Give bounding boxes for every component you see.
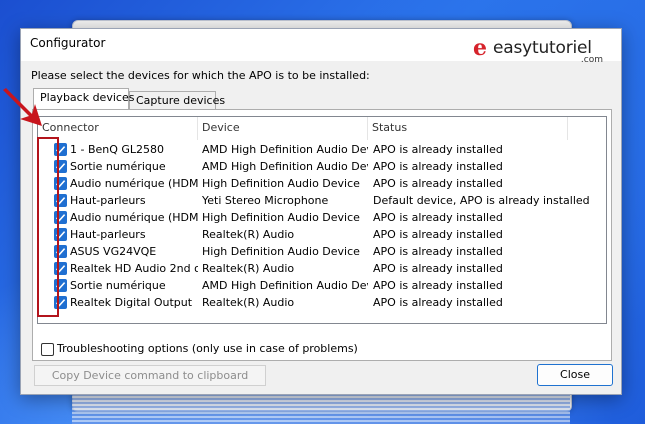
cell-connector: Sortie numérique (70, 279, 166, 292)
cell-device: High Definition Audio Device (202, 211, 360, 224)
cell-status: APO is already installed (373, 228, 503, 241)
cell-device: High Definition Audio Device (202, 177, 360, 190)
cell-status: APO is already installed (373, 245, 503, 258)
cell-status: APO is already installed (373, 143, 503, 156)
cell-connector: ASUS VG24VQE (70, 245, 157, 258)
checkmark-icon (55, 282, 66, 290)
checkmark-icon (55, 231, 66, 239)
troubleshooting-label: Troubleshooting options (only use in cas… (57, 342, 358, 355)
table-row[interactable]: ASUS VG24VQE High Definition Audio Device… (38, 243, 606, 260)
cell-device: High Definition Audio Device (202, 245, 360, 258)
titlebar[interactable]: Configurator e easytutoriel .com (21, 29, 621, 65)
row-checkbox[interactable] (54, 143, 67, 156)
copy-device-command-button[interactable]: Copy Device command to clipboard (34, 365, 266, 386)
table-row[interactable]: Realtek HD Audio 2nd output Realtek(R) Au… (38, 260, 606, 277)
cell-connector: 1 - BenQ GL2580 (70, 143, 165, 156)
cell-connector: Realtek HD Audio 2nd output (70, 262, 198, 275)
cell-connector: Sortie numérique (70, 160, 166, 173)
instructions-text: Please select the devices for which the … (31, 69, 370, 82)
device-list[interactable]: Connector Device Status 1 - BenQ GL2580 A… (37, 116, 607, 324)
table-row[interactable]: Sortie numérique AMD High Definition Audi… (38, 277, 606, 294)
table-row[interactable]: Audio numérique (HDMI) High Definition Au… (38, 209, 606, 226)
checkmark-icon (55, 214, 66, 222)
cell-status: APO is already installed (373, 262, 503, 275)
row-checkbox[interactable] (54, 194, 67, 207)
cell-connector: Audio numérique (HDMI) (70, 211, 198, 224)
cell-connector: Audio numérique (HDMI) (70, 177, 198, 190)
window-title: Configurator (30, 36, 106, 50)
row-checkbox[interactable] (54, 228, 67, 241)
list-header: Connector Device Status (38, 117, 606, 141)
cell-device: Realtek(R) Audio (202, 296, 295, 309)
background-taskbar-stripes (72, 392, 570, 424)
row-checkbox[interactable] (54, 262, 67, 275)
table-row[interactable]: Realtek Digital Output Realtek(R) Audio AP… (38, 294, 606, 311)
configurator-dialog: Configurator e easytutoriel .com Please … (20, 28, 622, 395)
cell-status: Default device, APO is already installed (373, 194, 590, 207)
cell-device: AMD High Definition Audio Device (202, 143, 368, 156)
cell-device: Yeti Stereo Microphone (202, 194, 329, 207)
row-checkbox[interactable] (54, 245, 67, 258)
red-arrow-icon (3, 88, 42, 126)
checkmark-icon (55, 163, 66, 171)
checkmark-icon (55, 180, 66, 188)
close-button[interactable]: Close (537, 364, 613, 386)
column-header-device[interactable]: Device (198, 117, 368, 140)
cell-connector: Haut-parleurs (70, 228, 146, 241)
checkmark-icon (55, 265, 66, 273)
cell-device: Realtek(R) Audio (202, 262, 295, 275)
tab-panel: Connector Device Status 1 - BenQ GL2580 A… (32, 109, 612, 361)
cell-connector: Haut-parleurs (70, 194, 146, 207)
logo-suffix: .com (580, 55, 603, 65)
cell-status: APO is already installed (373, 160, 503, 173)
checkmark-icon (55, 248, 66, 256)
cell-status: APO is already installed (373, 211, 503, 224)
column-header-connector[interactable]: Connector (38, 117, 198, 140)
logo-mark: e (473, 35, 487, 61)
checkmark-icon (55, 197, 66, 205)
table-row[interactable]: Sortie numérique AMD High Definition Audi… (38, 158, 606, 175)
cell-status: APO is already installed (373, 177, 503, 190)
table-row[interactable]: 1 - BenQ GL2580 AMD High Definition Audio… (38, 141, 606, 158)
troubleshooting-checkbox[interactable] (41, 343, 54, 356)
cell-status: APO is already installed (373, 279, 503, 292)
cell-status: APO is already installed (373, 296, 503, 309)
table-row[interactable]: Haut-parleurs Yeti Stereo Microphone Defau… (38, 192, 606, 209)
checkmark-icon (55, 299, 66, 307)
easytutoriel-logo: e easytutoriel .com (473, 35, 603, 65)
column-header-status[interactable]: Status (368, 117, 568, 140)
row-checkbox[interactable] (54, 211, 67, 224)
row-checkbox[interactable] (54, 177, 67, 190)
checkmark-icon (55, 146, 66, 154)
cell-connector: Realtek Digital Output (70, 296, 193, 309)
row-checkbox[interactable] (54, 279, 67, 292)
table-row[interactable]: Haut-parleurs Realtek(R) Audio APO is alre… (38, 226, 606, 243)
cell-device: AMD High Definition Audio Device (202, 279, 368, 292)
cell-device: Realtek(R) Audio (202, 228, 295, 241)
row-checkbox[interactable] (54, 296, 67, 309)
table-row[interactable]: Audio numérique (HDMI) High Definition Au… (38, 175, 606, 192)
tab-capture-devices[interactable]: Capture devices (129, 91, 225, 109)
logo-name: easytutoriel (493, 38, 592, 58)
row-checkbox[interactable] (54, 160, 67, 173)
cell-device: AMD High Definition Audio Device (202, 160, 368, 173)
